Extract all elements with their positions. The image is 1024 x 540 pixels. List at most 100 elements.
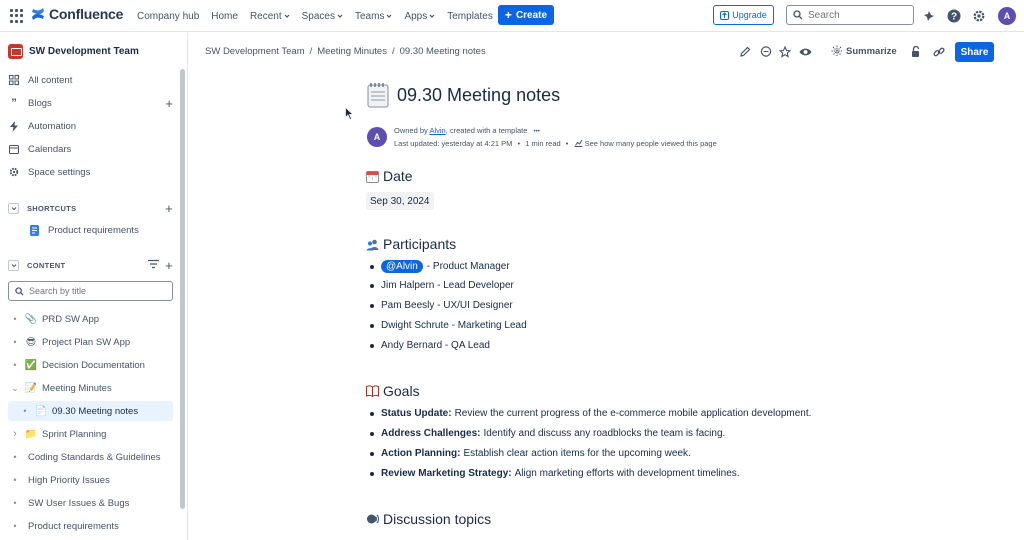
add-content-plus-icon[interactable]: + [165, 258, 173, 273]
chevron-down-icon[interactable] [8, 202, 19, 214]
search-by-title-input[interactable] [29, 286, 159, 296]
space-header[interactable]: SW Development Team [8, 44, 139, 59]
upgrade-icon [720, 10, 730, 20]
goal-item: Review Marketing Strategy: Align marketi… [370, 468, 740, 479]
owner-suffix: , created with a template [445, 126, 528, 135]
tree-item-label: Meeting Minutes [42, 382, 112, 394]
tree-item-meeting-minutes[interactable]: ⌄ 📝 Meeting Minutes [8, 378, 173, 398]
nav-home[interactable]: Home [211, 11, 238, 22]
sidebar-item-space-settings[interactable]: Space settings [8, 163, 173, 181]
star-icon[interactable] [778, 45, 791, 58]
filter-icon[interactable] [148, 259, 159, 271]
chevron-down-icon[interactable]: ⌄ [8, 383, 22, 394]
bullet [370, 451, 374, 456]
add-blog-plus-icon[interactable]: + [165, 96, 173, 111]
tree-bullet: • [13, 314, 17, 324]
sidebar-search[interactable] [8, 281, 173, 301]
nav-recent[interactable]: Recent [250, 11, 290, 22]
global-search[interactable] [786, 5, 914, 25]
mouse-cursor-icon [345, 107, 354, 120]
paperclip-icon: 📎 [24, 313, 38, 325]
nav-templates[interactable]: Templates [447, 11, 493, 22]
tree-item-label: Decision Documentation [42, 359, 145, 371]
owner-avatar[interactable]: A [367, 127, 387, 147]
settings-gear-icon[interactable] [971, 8, 987, 24]
tree-item-coding-standards[interactable]: • Coding Standards & Guidelines [8, 447, 173, 467]
people-emoji-icon [366, 239, 379, 250]
heading-text: Participants [383, 236, 457, 252]
nav-teams[interactable]: Teams [355, 11, 392, 22]
participant-item: Dwight Schrute - Marketing Lead [370, 320, 527, 331]
breadcrumb-current[interactable]: 09.30 Meeting notes [400, 46, 486, 57]
tree-bullet: • [13, 360, 17, 370]
nav-label: Apps [404, 10, 428, 22]
space-icon [8, 44, 23, 59]
memo-icon: 📝 [24, 382, 38, 394]
copy-link-icon[interactable] [932, 45, 945, 58]
app-switcher-icon[interactable] [10, 9, 24, 23]
page-views-link[interactable]: See how many people viewed this page [585, 139, 717, 148]
sidebar-item-calendars[interactable]: Calendars [8, 140, 173, 158]
more-options-icon[interactable]: ••• [534, 129, 540, 135]
breadcrumb-parent[interactable]: Meeting Minutes [317, 46, 387, 57]
tree-item-sw-user-issues[interactable]: • SW User Issues & Bugs [8, 493, 173, 513]
tree-bullet: • [13, 498, 17, 508]
upgrade-label: Upgrade [732, 10, 767, 20]
goal-label: Address Challenges: [381, 428, 481, 439]
shortcuts-section-header[interactable]: SHORTCUTS + [8, 201, 173, 216]
folder-icon: 📁 [24, 428, 38, 440]
sidebar-item-blogs[interactable]: ” Blogs + [8, 94, 173, 112]
nav-company-hub[interactable]: Company hub [137, 11, 199, 22]
content-section-header[interactable]: CONTENT + [8, 258, 173, 273]
tree-item-high-priority-issues[interactable]: • High Priority Issues [8, 470, 173, 490]
last-updated: Last updated: yesterday at 4:21 PM [394, 139, 513, 148]
summarize-button[interactable]: Summarize [831, 45, 897, 57]
user-avatar[interactable]: A [998, 7, 1016, 25]
help-icon[interactable]: ? [946, 8, 962, 24]
tree-item-decision-documentation[interactable]: • ✅ Decision Documentation [8, 355, 173, 375]
tree-bullet: • [23, 406, 27, 416]
chevron-right-icon[interactable]: › [8, 428, 22, 440]
edit-pencil-icon[interactable] [739, 45, 752, 58]
nav-apps[interactable]: Apps [404, 11, 435, 22]
tree-item-prd-sw-app[interactable]: • 📎 PRD SW App [8, 309, 173, 329]
upgrade-button[interactable]: Upgrade [713, 5, 774, 25]
tree-item-sprint-planning[interactable]: › 📁 Sprint Planning [8, 424, 173, 444]
shortcuts-label: SHORTCUTS [27, 203, 77, 213]
breadcrumb-space[interactable]: SW Development Team [205, 46, 305, 57]
check-mark-icon: ✅ [24, 359, 38, 371]
tree-item-0930-meeting-notes[interactable]: • 📄 09.30 Meeting notes [8, 401, 173, 421]
bullet [370, 264, 374, 269]
share-button[interactable]: Share [955, 42, 994, 62]
goal-label: Status Update: [381, 408, 452, 419]
create-button[interactable]: + Create [498, 5, 554, 25]
add-shortcut-plus-icon[interactable]: + [165, 201, 173, 216]
sidebar-item-automation[interactable]: Automation [8, 117, 173, 135]
nav-spaces[interactable]: Spaces [302, 11, 343, 22]
restrictions-lock-icon[interactable] [910, 45, 923, 58]
tree-item-product-requirements[interactable]: • Product requirements [8, 516, 173, 536]
heading-text: Discussion topics [383, 511, 492, 527]
bullet [370, 431, 374, 436]
owner-link[interactable]: Alvin [429, 126, 445, 135]
comment-icon[interactable] [759, 45, 772, 58]
watch-eye-icon[interactable] [799, 45, 812, 58]
nav-label: Recent [249, 10, 282, 22]
notifications-icon[interactable] [921, 8, 937, 24]
shortcut-product-requirements[interactable]: Product requirements [28, 221, 173, 239]
chevron-down-icon[interactable] [8, 259, 19, 271]
participant-text: Andy Bernard - QA Lead [381, 340, 490, 351]
plus-icon: + [504, 8, 512, 22]
search-input[interactable] [808, 9, 898, 21]
participant-item: Jim Halpern - Lead Developer [370, 280, 514, 291]
confluence-logo[interactable]: Confluence [31, 6, 123, 22]
user-mention[interactable]: @Alvin [381, 260, 423, 273]
date-lozenge[interactable]: Sep 30, 2024 [366, 192, 434, 210]
sidebar-item-all-content[interactable]: All content [8, 71, 173, 89]
heading-text: Goals [383, 383, 420, 399]
sidebar-scrollbar[interactable] [180, 69, 185, 509]
bullet [370, 283, 374, 288]
goals-heading: Goals [366, 383, 420, 399]
tree-item-label: SW User Issues & Bugs [28, 497, 130, 509]
tree-item-project-plan[interactable]: • 😎 Project Plan SW App [8, 332, 173, 352]
